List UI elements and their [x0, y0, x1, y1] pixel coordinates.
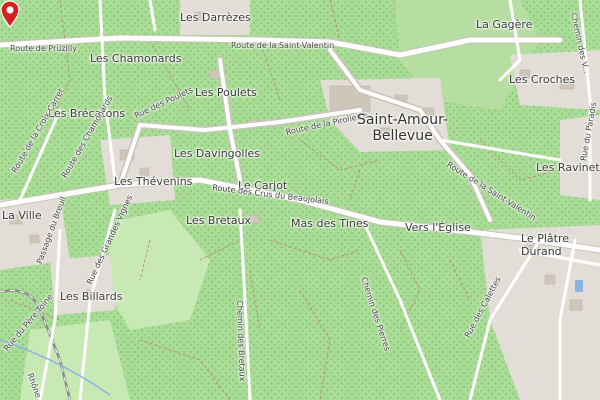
label-le-platre-durand: Le Plâtre Durand — [521, 232, 569, 258]
label-les-darrezes: Les Darrèzes — [180, 11, 251, 24]
label-les-poulets: Les Poulets — [195, 86, 257, 99]
label-saint-amour-bellevue: Saint-Amour- Bellevue — [357, 112, 449, 144]
label-les-croches: Les Croches — [509, 73, 576, 86]
location-pin-icon[interactable] — [0, 0, 20, 28]
label-les-ravinets: Les Ravinets — [536, 161, 600, 174]
label-les-davingolles: Les Davingolles — [174, 147, 261, 160]
label-mas-des-tines: Mas des Tines — [291, 217, 369, 230]
label-route-saint-valentin: Route de la Saint-Valentin — [231, 41, 335, 50]
map-canvas[interactable]: Les Darrèzes La Gagère Chemin des V... R… — [0, 0, 600, 400]
billards-residential — [50, 255, 115, 315]
label-la-gagere: La Gagère — [476, 18, 533, 31]
label-les-thevenins: Les Thévenins — [114, 175, 193, 188]
label-vers-l-eglise: Vers l'Église — [405, 221, 471, 234]
pool — [575, 280, 583, 292]
label-la-ville: La Ville — [2, 209, 42, 222]
label-les-brecatons: Les Brécatons — [48, 107, 126, 120]
label-les-bretaux: Les Bretaux — [186, 214, 252, 227]
label-les-billards: Les Billards — [60, 290, 123, 303]
label-les-chamonards: Les Chamonards — [90, 52, 182, 65]
label-route-pruzilly: Route de Pruzilly — [10, 44, 77, 53]
